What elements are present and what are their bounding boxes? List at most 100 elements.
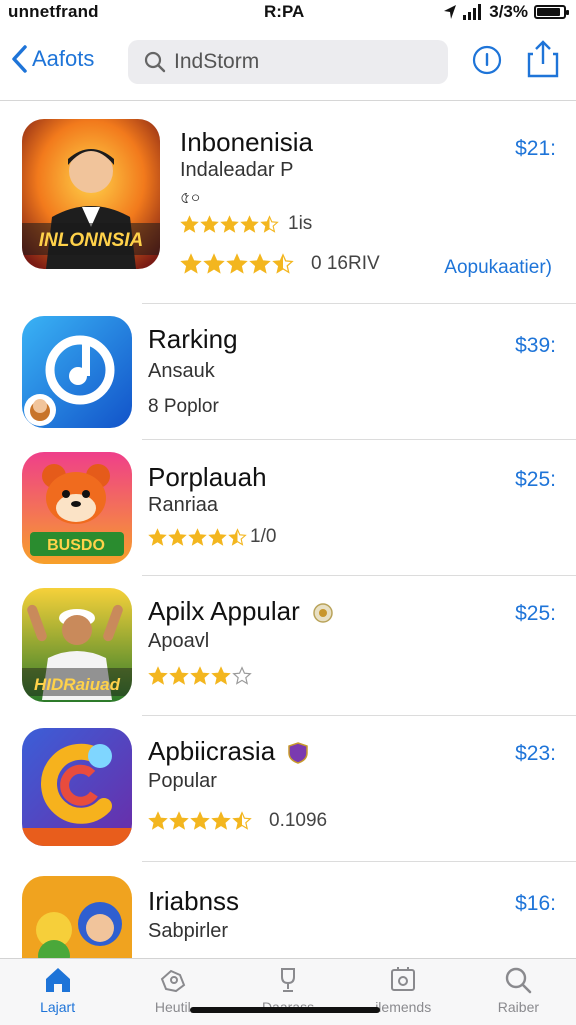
tab-updates[interactable]: ilemends [346,959,461,1025]
app-title: Porplauah [148,462,267,492]
app-icon: BUSDO [22,452,132,564]
award-badge-icon [313,603,333,623]
star-icon [226,253,248,274]
home-icon [45,968,70,992]
list-item[interactable]: INLONNSIA Inbonenisia Indaleadar P ৫০ 1i… [0,101,576,304]
icon-label: INLONNSIA [39,230,144,251]
star-icon [249,253,271,274]
list-item[interactable]: Iriabnss Sabpirler $16: [0,862,576,986]
star-icon [168,527,187,546]
search-input[interactable] [172,49,426,75]
battery-icon [534,5,569,19]
rating-count: 1is [288,213,313,234]
tab-label: Raiber [497,999,540,1015]
tab-today[interactable]: Lajart [0,959,115,1025]
info-icon[interactable] [472,45,502,75]
tab-label: Lajart [40,999,76,1015]
star-icon [208,527,227,546]
price-button[interactable]: $16: [515,892,556,916]
app-title: Apbiicrasia [148,736,309,767]
app-extra: ৫০ [180,190,201,207]
app-subtitle: Ranriaa [148,494,219,516]
price-button[interactable]: $23: [515,742,556,766]
carrier-label: unnetfrand [8,2,99,21]
icon-label: HIDRaiuad [34,675,121,694]
star-icon [203,253,225,274]
chevron-left-icon [12,45,27,73]
star-icon [190,666,210,685]
status-bar: unnetfrand R:PA 3/3% [0,0,576,26]
star-icon [232,811,252,830]
app-action-link[interactable]: Aopukaatier) [444,257,552,279]
star-icon [180,253,202,274]
app-subtitle: Indaleadar P [180,159,294,181]
app-subtitle: Apoavl [148,630,210,652]
rating-stars: 1/0 [148,526,276,548]
rating-stars [148,666,252,686]
location-icon [444,5,457,19]
app-icon: INLONNSIA [22,119,160,269]
home-indicator [190,1007,380,1013]
rating-stars: 0.1096 [148,810,327,832]
search-bar[interactable] [128,40,448,84]
app-icon: HIDRaiuad [22,588,132,702]
app-icon [22,316,132,428]
price-button[interactable]: $25: [515,468,556,492]
app-title: Rarking [148,324,238,354]
search-icon [144,51,166,73]
price-button[interactable]: $39: [515,334,556,358]
rating-stars-large: 0 16RIV [180,253,380,275]
battery-percent: 3/3% [489,2,528,21]
star-icon [200,214,219,233]
back-button[interactable]: Aafots [10,44,94,74]
app-subtitle: Sabpirler [148,920,229,942]
app-list: INLONNSIA Inbonenisia Indaleadar P ৫০ 1i… [0,101,576,986]
app-title-text: Apbiicrasia [148,736,276,766]
star-icon [240,214,259,233]
games-icon [160,969,186,993]
tab-games[interactable]: Heutil [115,959,230,1025]
list-item[interactable]: Rarking Ansauk 8 Poplor $39: [0,304,576,440]
app-subtitle: Popular [148,770,217,792]
icon-label: BUSDO [47,537,105,554]
share-icon[interactable] [526,40,560,78]
star-icon [232,666,252,685]
price-button[interactable]: $21: [515,137,556,161]
navigation-bar: Aafots [0,26,576,101]
updates-icon [391,967,416,991]
app-subtitle: Ansauk [148,360,215,382]
star-icon [169,811,189,830]
star-icon [169,666,189,685]
rating-count: 1/0 [250,526,277,547]
tab-apps[interactable]: Daarass [230,959,345,1025]
star-icon [228,527,247,546]
clock: R:PA [264,2,305,21]
rating-count: 0.1096 [269,810,328,831]
star-icon [260,214,279,233]
list-item[interactable]: HIDRaiuad Apilx Appular Apoavl $25: [0,576,576,716]
back-label: Aafots [32,46,95,71]
tab-label: ilemends [375,999,432,1015]
app-title: Iriabnss [148,886,240,916]
tab-label: Heutil [154,999,191,1015]
app-meta: 8 Poplor [148,396,219,417]
app-icon [22,728,132,846]
star-icon [272,253,294,274]
tab-bar: Lajart Heutil Daarass ilemends Raiber [0,958,576,1025]
star-icon [180,214,199,233]
app-title: Apilx Appular [148,596,333,627]
app-meta: 0 16RIV [311,253,380,274]
tab-search[interactable]: Raiber [461,959,576,1025]
star-icon [188,527,207,546]
list-item[interactable]: Apbiicrasia Popular 0.1096 $23: [0,716,576,862]
signal-icon [463,4,482,20]
rating-stars: 1is [180,213,312,235]
star-icon [220,214,239,233]
app-title-text: Apilx Appular [148,596,300,626]
star-icon [148,666,168,685]
trophy-icon [281,968,295,992]
list-item[interactable]: BUSDO Porplauah Ranriaa 1/0 $25: [0,440,576,576]
app-title: Inbonenisia [180,127,313,157]
star-icon [211,811,231,830]
price-button[interactable]: $25: [515,602,556,626]
